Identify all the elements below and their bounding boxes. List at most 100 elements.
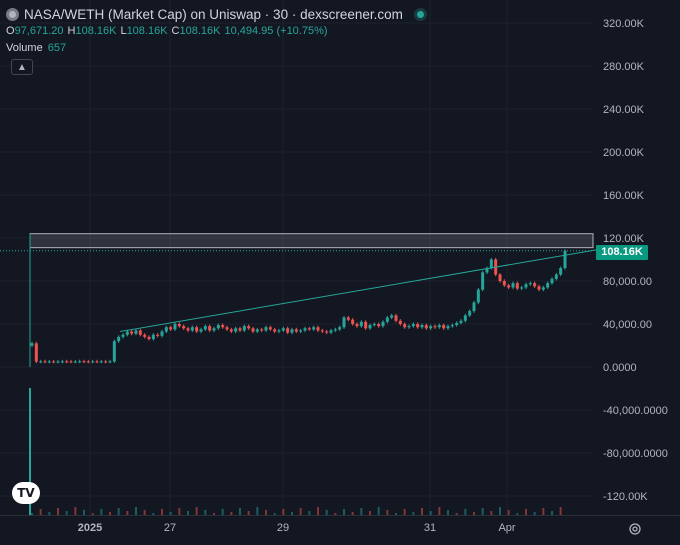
volume-row: Volume 657 <box>6 40 424 57</box>
collapse-legend-button[interactable]: ▲ <box>11 59 33 75</box>
candle-body <box>420 325 424 328</box>
tradingview-logo-icon[interactable]: TV <box>12 482 40 504</box>
candle-body <box>47 361 51 363</box>
candle-body <box>56 361 60 363</box>
candle-body <box>260 329 264 331</box>
candle-body <box>450 325 454 327</box>
candle-body <box>138 330 142 335</box>
volume-bar <box>317 507 319 515</box>
volume-bar <box>152 513 155 515</box>
candle-body <box>268 327 272 330</box>
trendline[interactable] <box>119 249 598 333</box>
candle-body <box>203 326 207 330</box>
candle-body <box>333 329 337 331</box>
y-tick-label: 240.00K <box>603 104 645 116</box>
candle-body <box>143 334 147 337</box>
candle-body <box>130 331 134 334</box>
resistance-zone[interactable] <box>0 233 594 367</box>
resistance-zone-rect[interactable] <box>29 233 594 249</box>
y-tick-label: 320.00K <box>603 18 645 30</box>
candle-body <box>407 326 411 328</box>
candle-body <box>329 330 333 333</box>
candle-body <box>368 325 372 329</box>
volume-bar <box>481 508 484 515</box>
candle-body <box>455 322 459 326</box>
candle-body <box>99 361 103 363</box>
candle-body <box>108 361 112 363</box>
candle-body <box>134 330 138 334</box>
volume-bar <box>213 513 215 515</box>
volume-bar <box>499 507 501 515</box>
time-axis[interactable]: 2025 27 29 31 Apr <box>0 515 680 535</box>
candle-body <box>472 302 476 312</box>
high-key: H <box>67 25 76 37</box>
candle-body <box>91 361 95 363</box>
candle-body <box>377 324 381 327</box>
candle-body <box>442 325 446 329</box>
candle-body <box>411 324 415 327</box>
candle-body <box>69 361 73 363</box>
candles <box>30 249 567 364</box>
volume-bar <box>282 509 285 515</box>
candle-body <box>316 327 320 331</box>
candle-body <box>121 334 125 337</box>
volume-bar <box>239 508 241 515</box>
settings-gear-icon[interactable] <box>628 522 642 536</box>
candle-body <box>212 328 216 331</box>
price-axis[interactable]: 320.00K 280.00K 240.00K 200.00K 160.00K 120.0… <box>603 18 668 503</box>
volume-bar <box>161 509 163 515</box>
volume-bar <box>369 511 371 515</box>
chevron-up-icon: ▲ <box>17 62 27 73</box>
candle-body <box>190 327 194 331</box>
y-tick-label: 0.0000 <box>603 362 637 374</box>
volume-bar <box>429 511 432 515</box>
y-tick-label: 160.00K <box>603 190 645 202</box>
y-tick-label: -40,000.0000 <box>603 405 668 417</box>
volume-bar <box>490 511 493 515</box>
volume-bar <box>178 508 181 515</box>
volume-bar <box>308 511 311 515</box>
y-tick-label: -120.00K <box>603 491 648 503</box>
volume-bar <box>438 507 441 515</box>
trendline-segment[interactable] <box>119 249 598 333</box>
volume-bar <box>412 512 415 515</box>
volume-bar <box>74 507 77 515</box>
x-tick-label: 2025 <box>78 522 102 534</box>
candle-body <box>429 326 433 329</box>
volume-bar <box>533 512 536 515</box>
candle-body <box>498 274 502 281</box>
candle-body <box>169 327 173 330</box>
ohlc-row: O 97,671.20 H 108.16K L 108.16K C 108.16K 10… <box>6 23 424 40</box>
candle-body <box>112 341 116 362</box>
volume-bar <box>299 508 302 515</box>
volume-bar <box>143 510 146 515</box>
candle-body <box>195 327 199 332</box>
open-value: 97,671.20 <box>14 25 64 37</box>
volume-bar <box>83 510 85 515</box>
candle-body <box>364 321 368 329</box>
high-value: 108.16K <box>75 25 117 37</box>
close-key: C <box>171 25 180 37</box>
candle-body <box>489 259 493 269</box>
volume-bar <box>291 512 293 515</box>
candle-body <box>286 328 290 333</box>
x-tick-label: Apr <box>498 522 515 534</box>
volume-bar <box>525 509 527 515</box>
candle-body <box>533 283 537 287</box>
candle-body <box>528 283 532 285</box>
candle-body <box>73 361 77 363</box>
market-status-icon[interactable] <box>416 11 424 18</box>
candle-body <box>255 329 259 332</box>
volume-bar <box>65 511 68 515</box>
candle-body <box>468 311 472 316</box>
chart-title: NASA/WETH (Market Cap) on Uniswap · 30 ·… <box>24 7 403 22</box>
candle-body <box>416 324 420 328</box>
volume-bar <box>169 512 172 515</box>
candle-body <box>238 328 242 331</box>
candle-body <box>346 317 350 320</box>
price-chart[interactable]: 320.00K 280.00K 240.00K 200.00K 160.00K 120.0… <box>0 0 680 545</box>
volume-bar <box>109 512 111 515</box>
volume-bar <box>464 509 467 515</box>
candle-body <box>216 325 220 329</box>
volume-bar <box>559 507 562 515</box>
